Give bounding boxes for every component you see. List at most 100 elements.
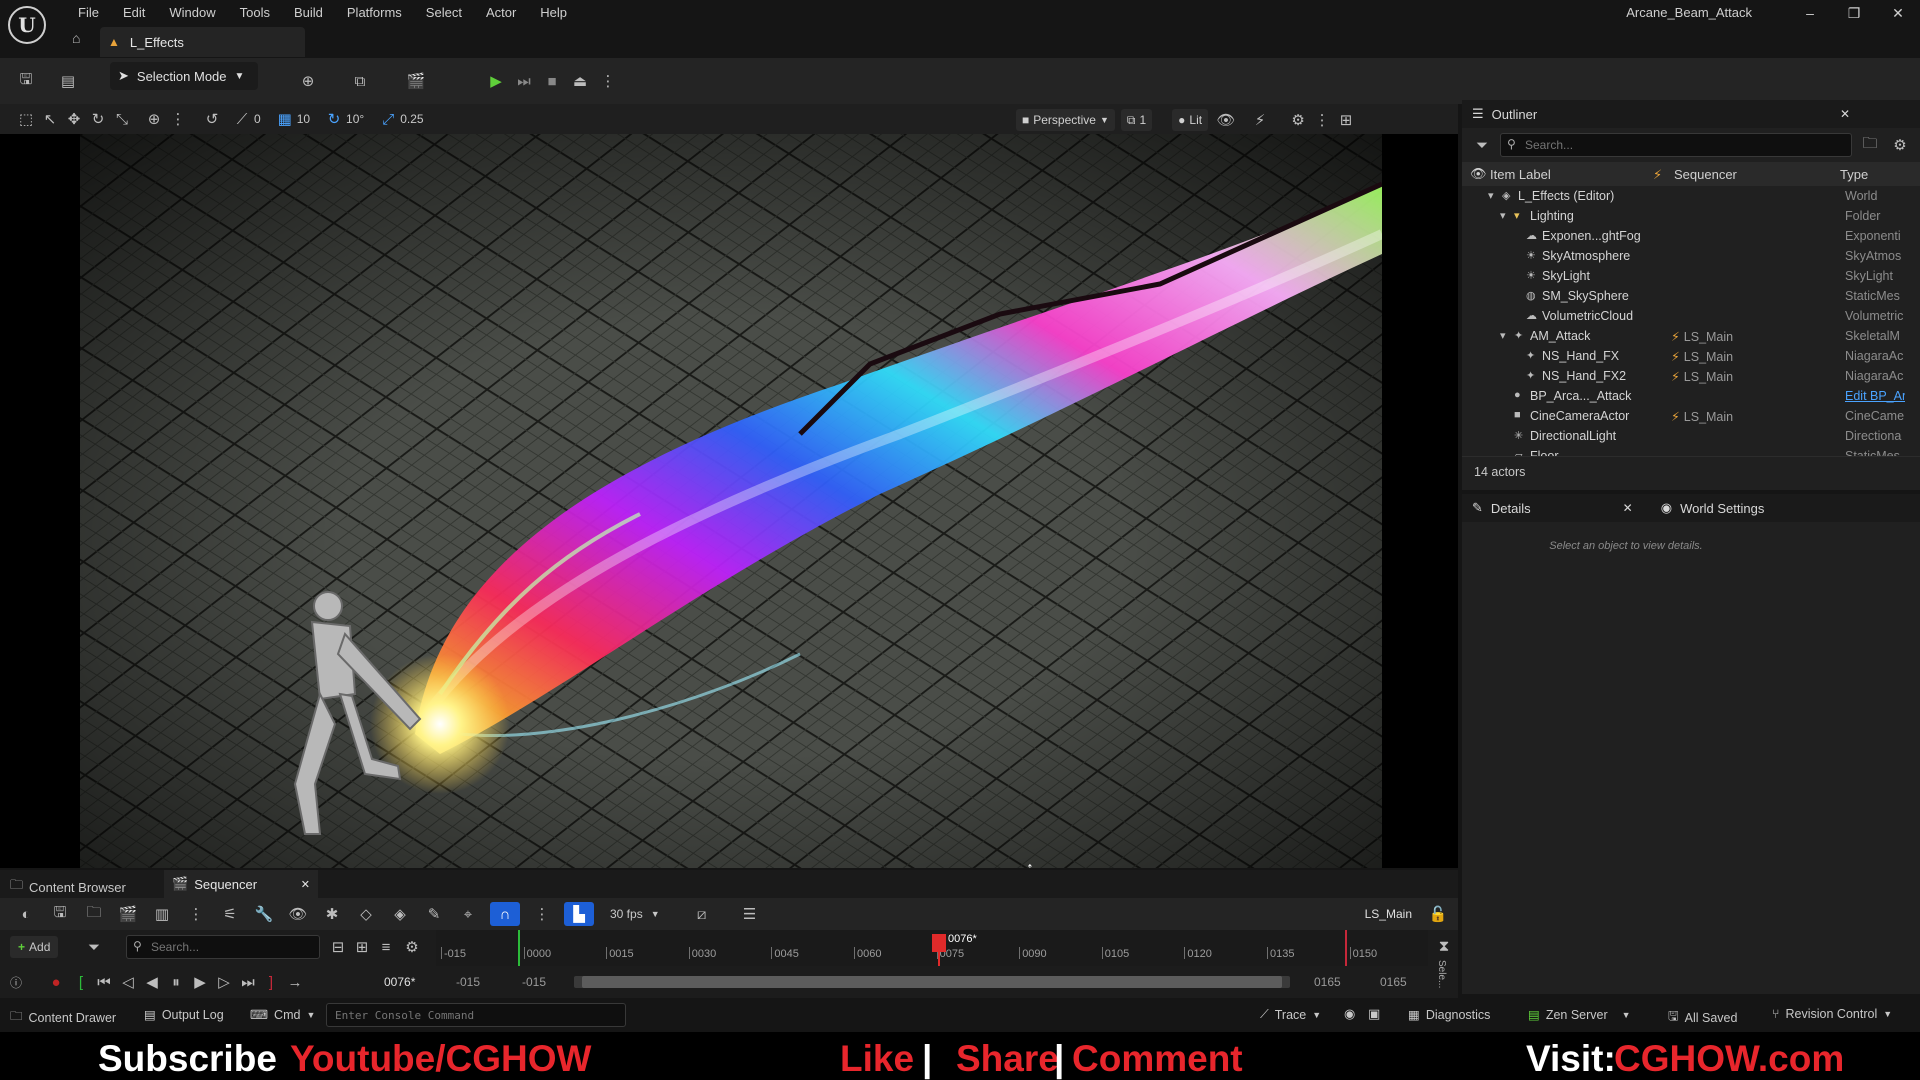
seq-save-icon[interactable]: 🖫	[48, 902, 72, 926]
filter-icon[interactable]: ⏷	[1470, 133, 1494, 157]
cinematics-icon[interactable]: 🎬	[404, 69, 428, 93]
close-tab-icon[interactable]: ✕	[1623, 501, 1633, 515]
tree-view-icon[interactable]: ☰	[738, 902, 762, 926]
expand-icon[interactable]: ⊞	[350, 935, 374, 959]
show-icon[interactable]: 👁	[1214, 108, 1238, 132]
set-start-icon[interactable]: [	[72, 970, 90, 994]
time-ruler[interactable]: -015 0000 0015 0030 0045 0060 0075 0090 0105 0120…	[436, 930, 1428, 966]
edit-blueprint-link[interactable]: Edit BP_Ar	[1845, 389, 1905, 403]
edit-icon[interactable]: ✎	[422, 902, 446, 926]
angle-snap-value[interactable]: 10°	[346, 112, 364, 126]
playhead-handle[interactable]	[932, 934, 946, 952]
col-type[interactable]: Type	[1840, 167, 1868, 182]
actions-icon[interactable]: ✱	[320, 902, 344, 926]
rot-snap-icon[interactable]: ⟋	[230, 107, 254, 131]
menu-edit[interactable]: Edit	[111, 5, 157, 20]
viewport-more-icon[interactable]: ⋮	[1310, 108, 1334, 132]
track-search-input[interactable]	[126, 935, 320, 959]
camera-speed-button[interactable]: ⧉ 1	[1120, 109, 1153, 131]
scene-render[interactable]	[80, 134, 1382, 868]
snap-frames-icon[interactable]: ▙	[564, 902, 594, 926]
grid-snap-icon[interactable]: ▦	[273, 107, 297, 131]
curve-editor-icon[interactable]: ⧄	[690, 902, 714, 926]
cmd-dropdown[interactable]: ⌨ Cmd ▼	[250, 1007, 315, 1023]
current-frame[interactable]: 0076*	[384, 975, 415, 989]
loop-icon[interactable]: →	[284, 970, 306, 994]
list-icon[interactable]: ≡	[374, 935, 398, 959]
launch-icon[interactable]: ⏏	[568, 69, 592, 93]
angle-snap-icon[interactable]: ↻	[322, 107, 346, 131]
view-range-end[interactable]: 0165	[1380, 975, 1407, 989]
outliner-row[interactable]: ☀ SkyAtmosphere SkyAtmos	[1462, 246, 1920, 266]
jump-start-icon[interactable]: ⏮	[94, 970, 114, 994]
select-icon[interactable]: ↖	[38, 107, 62, 131]
rotate-icon[interactable]: ↻	[86, 107, 110, 131]
pause-icon[interactable]: ⏸	[166, 970, 186, 994]
next-key-icon[interactable]: ▷	[214, 970, 234, 994]
content-browser-tab[interactable]: 🗀 Content Browser	[10, 876, 126, 898]
collapse-icon[interactable]: ⊟	[326, 935, 350, 959]
track-filter-icon[interactable]: ⏷	[82, 935, 106, 959]
level-tab[interactable]: ▲ L_Effects	[100, 27, 305, 57]
menu-file[interactable]: File	[66, 5, 111, 20]
details-tab-label[interactable]: Details	[1491, 501, 1531, 516]
settings-icon[interactable]: ⚙	[1286, 108, 1310, 132]
grid-snap-value[interactable]: 10	[297, 112, 310, 126]
unreal-logo[interactable]: U	[8, 6, 46, 44]
menu-tools[interactable]: Tools	[228, 5, 282, 20]
end-marker[interactable]	[1345, 930, 1347, 966]
set-end-icon[interactable]: ]	[262, 970, 280, 994]
outliner-row[interactable]: ✳ DirectionalLight Directiona	[1462, 426, 1920, 446]
menu-actor[interactable]: Actor	[474, 5, 528, 20]
seq-find-icon[interactable]: 🗀	[82, 902, 106, 926]
screenshot-icon[interactable]: ▣	[1368, 1006, 1380, 1022]
key-icon[interactable]: ◇	[354, 902, 378, 926]
track-settings-icon[interactable]: ⚙	[400, 935, 424, 959]
all-saved-button[interactable]: 🖫 All Saved	[1668, 1007, 1737, 1028]
timeline-scrollbar[interactable]	[574, 976, 1290, 988]
record-status-icon[interactable]: ◉	[1344, 1006, 1355, 1022]
more-options-icon[interactable]: ⋮	[596, 69, 620, 93]
step-icon[interactable]: ⏭	[512, 69, 536, 93]
blueprint-icon[interactable]: ⧉	[348, 69, 372, 93]
stop-icon[interactable]: ■	[540, 69, 564, 93]
playback-options-icon[interactable]: ⚟	[218, 902, 242, 926]
selection-mode-dropdown[interactable]: ➤ Selection Mode ▼	[110, 62, 258, 90]
prev-key-icon[interactable]: ◁	[118, 970, 138, 994]
start-marker[interactable]	[518, 930, 520, 966]
outliner-row[interactable]: ◍ SM_SkySphere StaticMes	[1462, 286, 1920, 306]
prev-frame-icon[interactable]: ◀	[142, 970, 162, 994]
auto-key-icon[interactable]: ◈	[388, 902, 412, 926]
lock-icon[interactable]: 🔓	[1426, 902, 1450, 926]
menu-window[interactable]: Window	[157, 5, 227, 20]
level-viewport[interactable]: ↕	[0, 134, 1458, 868]
outliner-row[interactable]: ☁ Exponen...ghtFog Exponenti	[1462, 226, 1920, 246]
sequencer-tab[interactable]: 🎬 Sequencer ✕	[164, 870, 318, 898]
world-space-icon[interactable]: ⊕	[142, 107, 166, 131]
seq-options-icon[interactable]: ⧗	[1432, 934, 1456, 958]
layout-icon[interactable]: ⊞	[1334, 108, 1358, 132]
selection-side-tab[interactable]: Sele...	[1436, 960, 1447, 988]
outliner-row[interactable]: ☁ VolumetricCloud Volumetric	[1462, 306, 1920, 326]
vp-more-icon[interactable]: ⋮	[166, 107, 190, 131]
record-icon[interactable]: ●	[44, 970, 68, 994]
zen-server-button[interactable]: ▤ Zen Server ▼	[1528, 1007, 1631, 1023]
outliner-row[interactable]: ✦ NS_Hand_FX ⚡ LS_Main NiagaraAc	[1462, 346, 1920, 366]
menu-platforms[interactable]: Platforms	[335, 5, 414, 20]
add-folder-icon[interactable]: 🗀	[1858, 133, 1882, 157]
render-movie-icon[interactable]: 🎬	[116, 902, 140, 926]
lit-button[interactable]: ● Lit	[1172, 109, 1209, 131]
world-settings-tab[interactable]: World Settings	[1680, 501, 1764, 516]
performance-icon[interactable]: ⚡	[1248, 108, 1272, 132]
outliner-tab[interactable]: ☰ Outliner ✕	[1462, 100, 1920, 128]
diagnostics-button[interactable]: ▦ Diagnostics	[1408, 1007, 1490, 1023]
outliner-row[interactable]: ▾ ▾ Lighting Folder	[1462, 206, 1920, 226]
scale-icon[interactable]: ⤡	[110, 107, 134, 131]
close-tab-icon[interactable]: ✕	[1840, 107, 1850, 121]
maximize-button[interactable]: ❐	[1832, 5, 1876, 22]
world-icon[interactable]: ◐	[14, 902, 38, 926]
rot-snap-value[interactable]: 0	[254, 112, 261, 126]
close-tab-icon[interactable]: ✕	[301, 878, 310, 891]
playback-range-end[interactable]: 0165	[1314, 975, 1341, 989]
content-drawer-button[interactable]: 🗀 Content Drawer	[10, 1007, 116, 1028]
